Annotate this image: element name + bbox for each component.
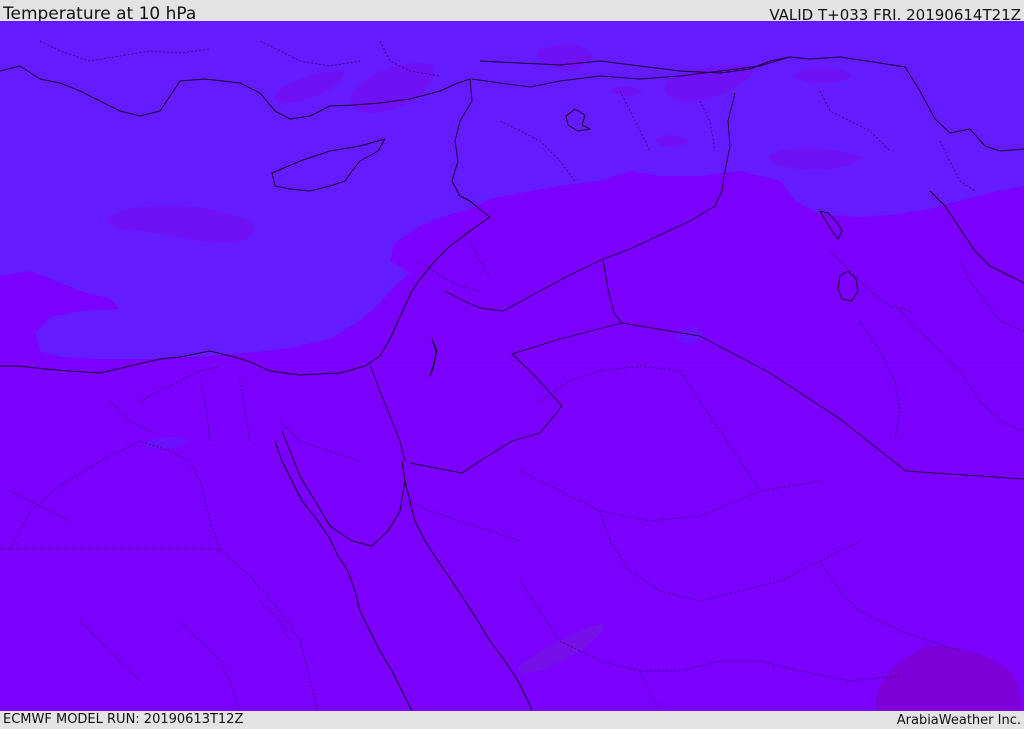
model-run: ECMWF MODEL RUN: 20190613T12Z [3,712,244,727]
credit: ArabiaWeather Inc. [896,713,1021,728]
temperature-map [0,21,1024,711]
header-bar: Temperature at 10 hPa VALID T+033 FRI. 2… [0,0,1024,24]
map-viewer: Temperature at 10 hPa VALID T+033 FRI. 2… [0,0,1024,729]
